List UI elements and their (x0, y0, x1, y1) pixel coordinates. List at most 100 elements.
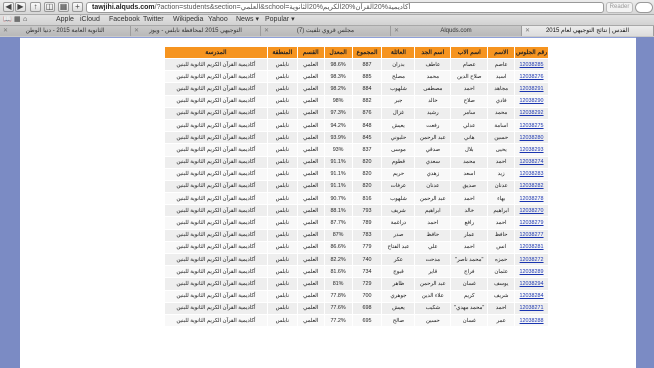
cell-seat-number[interactable]: 12038282 (514, 179, 549, 194)
cell-total: 779 (351, 240, 383, 255)
cell-total: 793 (351, 204, 383, 218)
cell-school: أكاديمية القرآن الكريم الثانوية للبنين (164, 228, 268, 242)
cell-seat-number[interactable]: 12038283 (514, 167, 549, 181)
cell-seat-number[interactable]: 12038284 (514, 289, 549, 303)
bookmark-wikipedia[interactable]: Wikipedia (173, 15, 203, 25)
close-tab-icon[interactable]: ✕ (525, 26, 530, 36)
cell-total: 789 (351, 216, 383, 230)
cell-region: نابلس (266, 240, 298, 255)
cell-total: 816 (351, 192, 383, 206)
bookmark-popular[interactable]: Popular ▾ (265, 15, 295, 25)
cell-father-name: كريم (450, 289, 489, 303)
cell-seat-number[interactable]: 12038281 (514, 240, 549, 255)
cell-region: نابلس (266, 204, 298, 218)
cell-seat-number[interactable]: 12038271 (514, 301, 549, 315)
cell-family: شلهوب (381, 82, 416, 96)
bookmarks-icon[interactable]: 📖 (3, 15, 12, 25)
cell-school: أكاديمية القرآن الكريم الثانوية للبنين (164, 94, 268, 108)
cell-section: العلمي (296, 192, 325, 206)
cell-seat-number[interactable]: 12038290 (514, 94, 549, 108)
cell-seat-number[interactable]: 12038289 (514, 265, 549, 279)
tab-news-nablus[interactable]: ✕ التوجيهي 2015 لمحافظة نابلس - ويوز (131, 26, 261, 36)
cell-father-name: غسان (450, 313, 489, 328)
cell-name: اسيد (487, 70, 516, 84)
tab-alquds[interactable]: ✕ Alquds.com (391, 26, 522, 36)
cell-seat-number[interactable]: 12038279 (514, 216, 549, 230)
cell-seat-number[interactable]: 12038275 (514, 118, 549, 133)
bookmark-apple[interactable]: Apple (56, 15, 74, 25)
cell-seat-number[interactable]: 12038288 (514, 313, 549, 328)
cell-section: العلمي (296, 57, 325, 72)
bookmark-news[interactable]: News ▾ (236, 15, 259, 25)
cell-section: العلمي (296, 252, 325, 267)
cell-school: أكاديمية القرآن الكريم الثانوية للبنين (164, 106, 268, 120)
cell-seat-number[interactable]: 12038292 (514, 106, 549, 120)
cell-seat-number[interactable]: 12038291 (514, 82, 549, 96)
cell-family: شلهوب (381, 192, 416, 206)
browser-toolbar: ◀ ▶ ↑ ◫ ▦ + tawjihi.alquds.com/?action=s… (0, 0, 654, 15)
history-icon[interactable]: ⌂ (23, 15, 27, 25)
close-tab-icon[interactable]: ✕ (394, 26, 399, 36)
back-button[interactable]: ◀ (3, 2, 14, 12)
share-icon[interactable]: ↑ (30, 2, 41, 12)
cell-seat-number[interactable]: 12038293 (514, 143, 549, 157)
left-background (0, 37, 20, 368)
reading-list-icon[interactable]: ◫ (44, 2, 55, 12)
cell-school: أكاديمية القرآن الكريم الثانوية للبنين (164, 204, 268, 218)
topsites-icon[interactable]: ▦ (58, 2, 69, 12)
cell-section: العلمي (296, 216, 325, 230)
cell-name: يحيى (487, 143, 516, 157)
cell-family: حريم (381, 167, 416, 181)
cell-family: صالح (381, 313, 416, 328)
cell-family: يعيش (381, 301, 416, 315)
page-body: رقم الجلوس الاسم اسم الاب اسم الجد العائ… (20, 37, 636, 368)
cell-seat-number[interactable]: 12038274 (514, 155, 549, 169)
cell-name: انس (487, 240, 516, 255)
table-header-row: رقم الجلوس الاسم اسم الاب اسم الجد العائ… (164, 46, 549, 59)
cell-family: جوهري (381, 289, 416, 303)
cell-seat-number[interactable]: 12038277 (514, 228, 549, 242)
cell-seat-number[interactable]: 12038272 (514, 252, 549, 267)
cell-seat-number[interactable]: 12038270 (514, 204, 549, 218)
cell-average: 90.7% (323, 192, 353, 206)
cell-seat-number[interactable]: 12038294 (514, 277, 549, 291)
cell-family: يعيش (381, 118, 416, 133)
address-bar[interactable]: tawjihi.alquds.com/?action=students&sect… (86, 2, 604, 13)
bookmark-facebook[interactable]: Facebook (109, 15, 140, 25)
cell-seat-number[interactable]: 12038285 (514, 57, 549, 72)
close-tab-icon[interactable]: ✕ (134, 26, 139, 36)
table-row: 12038276 اسيد صلاح الدين محمد مصلح 885 98.3% ال… (164, 70, 549, 84)
tab-telfit-council[interactable]: ✕ (7) مجلس قروي تلفيت (261, 26, 391, 36)
bookmark-twitter[interactable]: Twitter (143, 15, 164, 25)
table-row: 12038293 يحيى بلال صدقي موسى 837 93% العلمي نابل… (164, 143, 549, 157)
add-icon[interactable]: + (72, 2, 83, 12)
table-row: 12038289 عثمان فراج قاير قبوج 734 81.6% العلمي ن… (164, 265, 549, 279)
bookmark-icloud[interactable]: iCloud (80, 15, 100, 25)
tab-dunia-alwatan[interactable]: ✕ الثانوية العامة 2015 - دنيا الوطن (0, 26, 131, 36)
cell-family: عبد الفتاح (381, 240, 416, 255)
cell-seat-number[interactable]: 12038280 (514, 131, 549, 145)
topsites-grid-icon[interactable]: ▦ (14, 15, 21, 25)
cell-name: عدنان (487, 179, 516, 194)
cell-grandfather-name: رفعت (414, 118, 452, 133)
bookmark-yahoo[interactable]: Yahoo (208, 15, 228, 25)
cell-average: 98% (323, 94, 353, 108)
cell-total: 887 (351, 57, 383, 72)
cell-father-name: "محمد ناصر" (450, 252, 489, 267)
cell-school: أكاديمية القرآن الكريم الثانوية للبنين (164, 179, 268, 194)
cell-name: احمد (487, 216, 516, 230)
cell-total: 848 (351, 118, 383, 133)
reader-button[interactable]: Reader (606, 2, 633, 13)
forward-button[interactable]: ▶ (15, 2, 26, 12)
search-field[interactable] (635, 2, 653, 13)
cell-seat-number[interactable]: 12038278 (514, 192, 549, 206)
cell-average: 77.6% (323, 301, 353, 315)
table-row: 12038284 شريف كريم علاء الدين جوهري 700 77.8% ا… (164, 289, 549, 303)
cell-section: العلمي (296, 179, 325, 194)
tab-tawjihi-results[interactable]: ✕ القدس | نتائج التوجيهي لعام 2015 (522, 26, 654, 36)
cell-seat-number[interactable]: 12038276 (514, 70, 549, 84)
cell-average: 98.3% (323, 70, 353, 84)
close-tab-icon[interactable]: ✕ (264, 26, 269, 36)
cell-name: حسين (487, 131, 516, 145)
close-tab-icon[interactable]: ✕ (3, 26, 8, 36)
